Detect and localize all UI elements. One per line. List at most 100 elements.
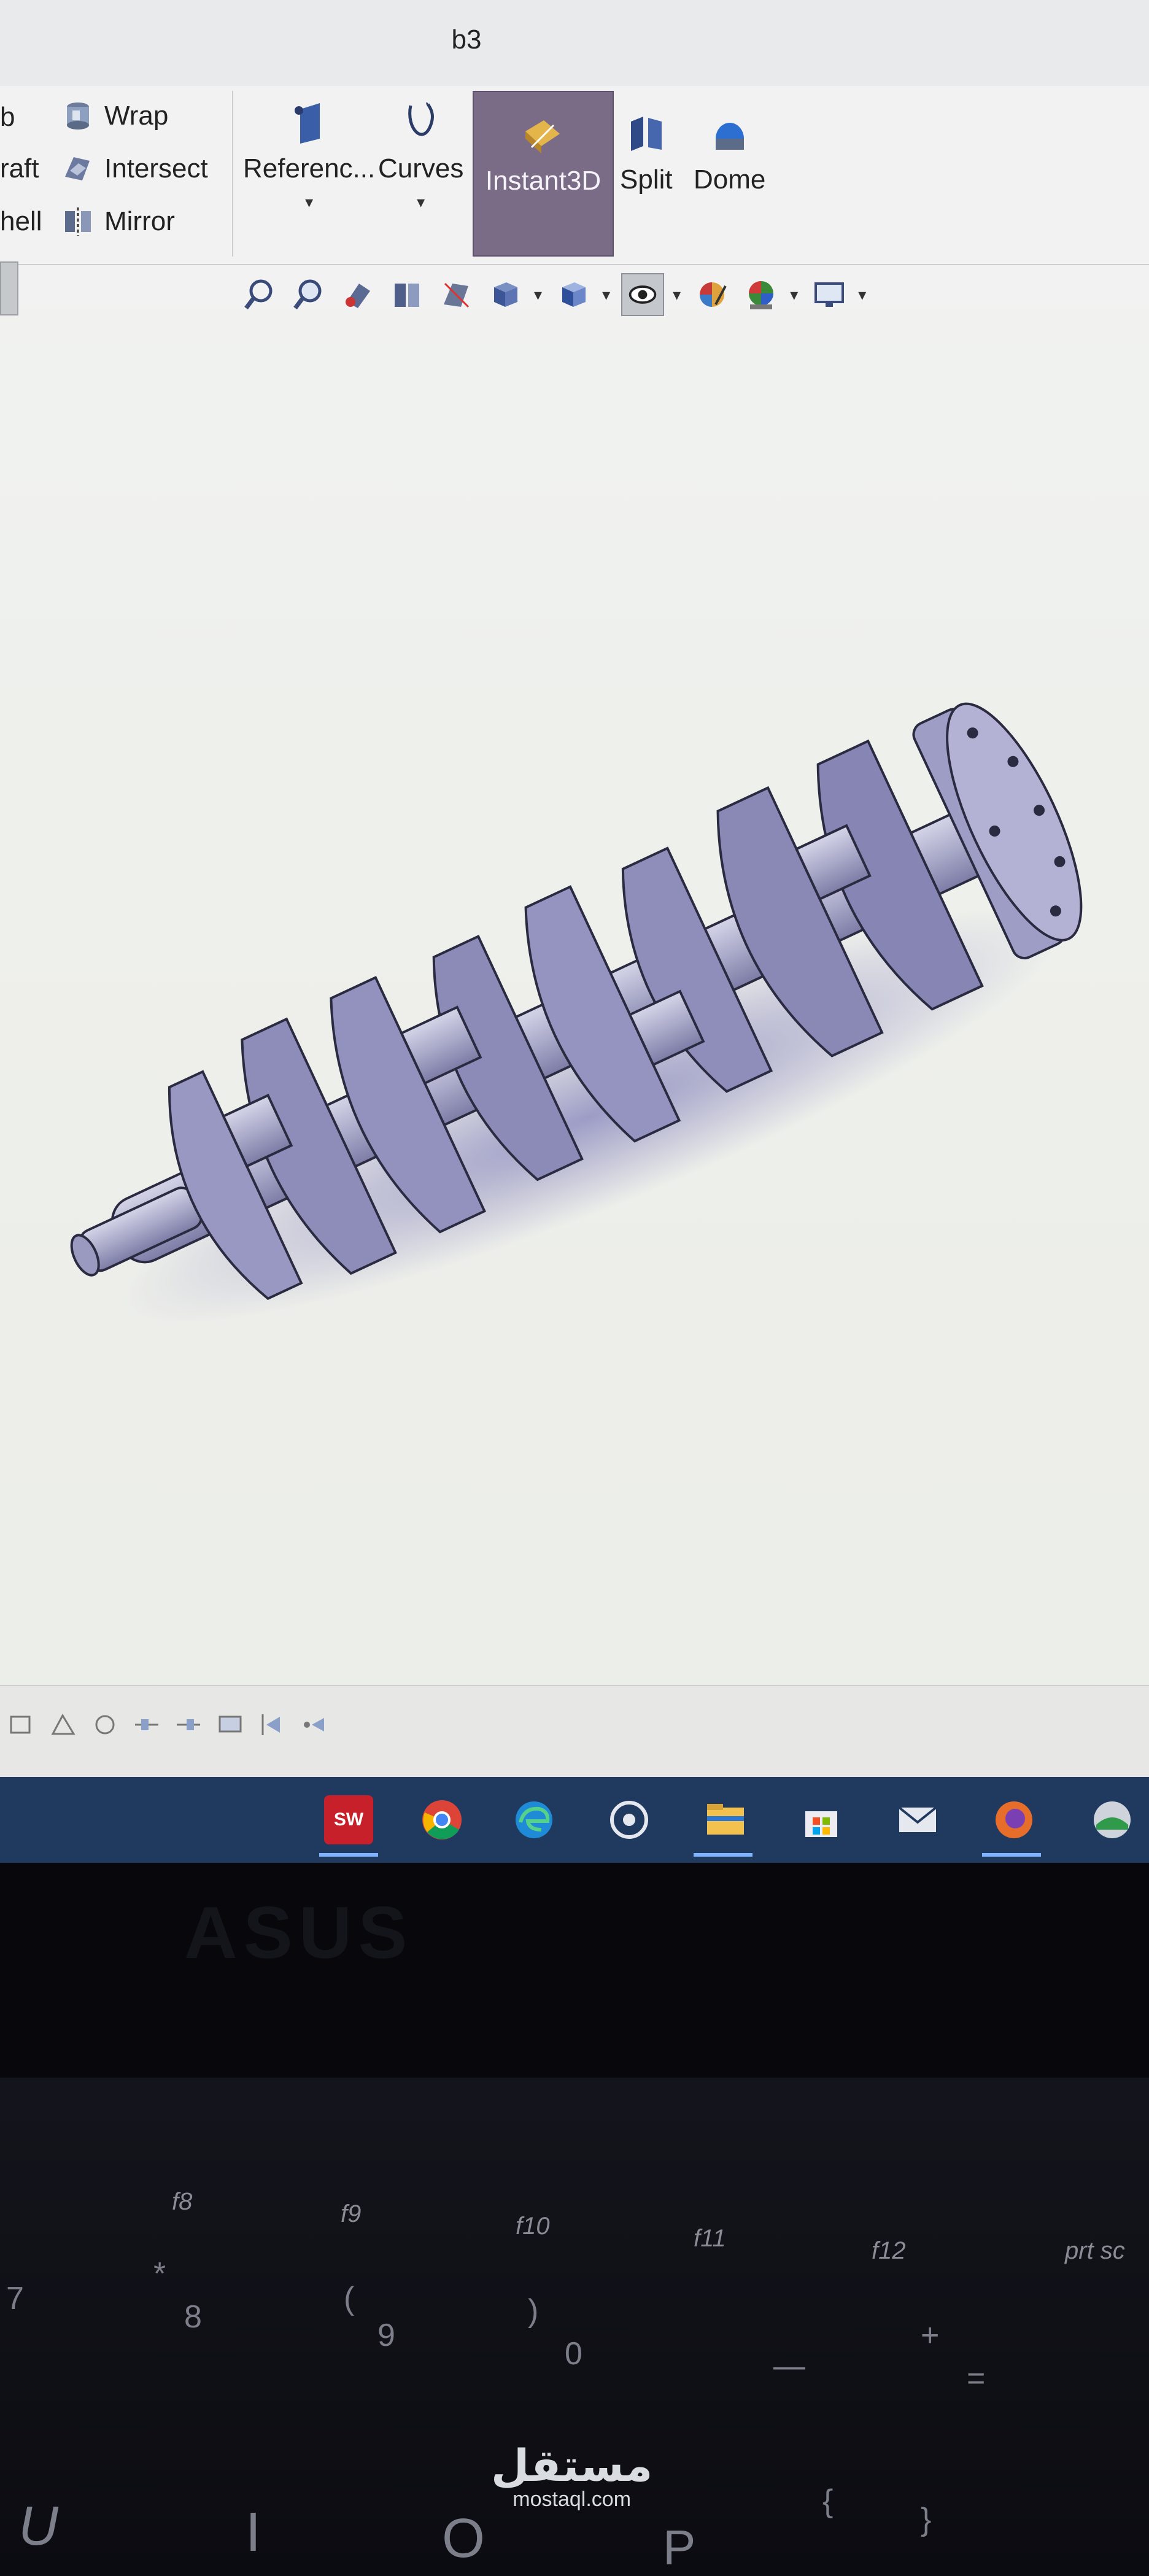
instant3d-button[interactable]: Instant3D (473, 91, 614, 257)
file-explorer-indicator (694, 1853, 752, 1857)
watermark-latin: mostaql.com (513, 2488, 632, 2511)
mostaql-watermark: مستقل mostaql.com (491, 2440, 652, 2512)
key-o[interactable]: O (442, 2507, 485, 2570)
key-i[interactable]: I (246, 2501, 261, 2564)
rib-label: b (0, 102, 15, 132)
dynamic-annotation-icon[interactable] (436, 274, 476, 315)
view-orientation-caret[interactable]: ▾ (534, 285, 542, 304)
curves-dropdown-caret[interactable]: ▾ (417, 193, 425, 212)
reference-geometry-icon (294, 103, 320, 144)
split-button[interactable]: Split (620, 109, 673, 195)
status-icon-7[interactable] (258, 1711, 286, 1739)
section-view-icon[interactable] (387, 274, 427, 315)
mail-taskbar-icon[interactable] (893, 1795, 942, 1844)
firefox-taskbar-icon[interactable] (989, 1795, 1039, 1844)
graphics-area[interactable] (0, 331, 1149, 1682)
display-style-caret[interactable]: ▾ (602, 285, 610, 304)
document-title: b3 (451, 25, 482, 55)
instant3d-icon (525, 120, 560, 153)
key-u[interactable]: U (18, 2495, 58, 2558)
dome-label: Dome (694, 164, 766, 195)
key-f9[interactable]: f9 (341, 2200, 361, 2228)
solidworks-taskbar-label: SW (333, 1809, 364, 1830)
status-icon-1[interactable] (7, 1711, 36, 1739)
display-style-icon[interactable] (553, 274, 594, 315)
view-settings-caret[interactable]: ▾ (858, 285, 866, 304)
key-p[interactable]: P (663, 2520, 695, 2576)
solidworks-taskbar-icon[interactable]: SW (324, 1795, 373, 1844)
firefox-indicator (982, 1853, 1041, 1857)
crank-webs (168, 739, 984, 1301)
ribbon-item-rib[interactable]: b (0, 102, 15, 133)
instant3d-label: Instant3D (485, 166, 602, 196)
key-close-paren[interactable]: ) (528, 2292, 538, 2329)
status-icon-2[interactable] (49, 1711, 77, 1739)
view-orientation-icon[interactable] (485, 274, 525, 315)
active-app-indicator (319, 1853, 378, 1857)
key-f8[interactable]: f8 (172, 2188, 192, 2216)
zoom-to-area-icon[interactable] (288, 274, 329, 315)
apply-scene-caret[interactable]: ▾ (790, 285, 798, 304)
key-f11[interactable]: f11 (694, 2225, 726, 2253)
status-icon-5[interactable] (174, 1711, 203, 1739)
key-open-paren[interactable]: ( (344, 2280, 354, 2317)
key-close-brace[interactable]: } (921, 2501, 931, 2538)
curves-icon (408, 101, 434, 136)
dome-button[interactable]: Dome (694, 109, 765, 195)
monitor-screen: b3 b raft hell Wrap Intersect Mirror Ref… (0, 0, 1149, 1841)
mirror-label: Mirror (104, 206, 175, 236)
wrap-icon (67, 102, 89, 130)
wrap-label: Wrap (104, 101, 169, 131)
hide-show-items-icon[interactable] (621, 273, 665, 316)
laptop-bezel (0, 1863, 1149, 2078)
key-equals[interactable]: = (967, 2360, 985, 2397)
status-icon-4[interactable] (133, 1711, 161, 1739)
ribbon-item-draft[interactable]: raft (0, 153, 39, 184)
status-icon-6[interactable] (216, 1711, 244, 1739)
wrap-button[interactable]: Wrap (61, 99, 168, 133)
key-8[interactable]: 8 (184, 2299, 202, 2335)
store-taskbar-icon[interactable] (797, 1795, 846, 1844)
intersect-icon (65, 157, 90, 180)
ribbon-item-shell[interactable]: hell (0, 206, 42, 237)
status-icon-3[interactable] (91, 1711, 119, 1739)
key-f12[interactable]: f12 (872, 2237, 906, 2265)
key-asterisk[interactable]: * (153, 2256, 166, 2292)
reference-dropdown-caret[interactable]: ▾ (305, 193, 313, 212)
key-7[interactable]: 7 (6, 2280, 24, 2317)
other-taskbar-icon[interactable] (1088, 1795, 1137, 1844)
intersect-button[interactable]: Intersect (61, 152, 208, 185)
dome-icon (715, 123, 744, 150)
intersect-label: Intersect (104, 153, 208, 184)
edit-appearance-icon[interactable] (692, 274, 732, 315)
draft-label: raft (0, 153, 39, 184)
key-0[interactable]: 0 (565, 2335, 582, 2372)
watermark-arabic: مستقل (491, 2440, 653, 2491)
mirror-button[interactable]: Mirror (61, 205, 175, 238)
zoom-to-fit-icon[interactable] (239, 274, 280, 315)
status-icon-8[interactable] (300, 1711, 328, 1739)
chrome-taskbar-icon[interactable] (417, 1795, 466, 1844)
key-open-brace[interactable]: { (822, 2483, 833, 2520)
file-explorer-taskbar-icon[interactable] (701, 1795, 750, 1844)
reference-geometry-button[interactable]: Referenc... ▾ (243, 98, 375, 212)
key-f10[interactable]: f10 (516, 2213, 550, 2240)
key-minus[interactable]: — (773, 2348, 805, 2385)
curves-button[interactable]: Curves ▾ (378, 98, 463, 212)
windows-taskbar: SW (0, 1777, 1149, 1863)
key-plus[interactable]: + (921, 2317, 939, 2354)
key-9[interactable]: 9 (377, 2317, 395, 2354)
mirror-icon (65, 207, 91, 236)
groove-taskbar-icon[interactable] (605, 1795, 654, 1844)
key-prt-sc[interactable]: prt sc (1065, 2237, 1125, 2265)
view-settings-icon[interactable] (809, 274, 849, 315)
laptop-brand-logo: ASUS (184, 1892, 414, 1974)
split-icon (630, 117, 662, 151)
previous-view-icon[interactable] (338, 274, 378, 315)
edge-taskbar-icon[interactable] (509, 1795, 559, 1844)
split-label: Split (620, 164, 673, 195)
bottom-tab-bar (0, 1685, 1149, 1778)
hide-show-caret[interactable]: ▾ (673, 285, 681, 304)
features-ribbon: b raft hell Wrap Intersect Mirror Refere… (0, 86, 1149, 265)
apply-scene-icon[interactable] (741, 274, 781, 315)
